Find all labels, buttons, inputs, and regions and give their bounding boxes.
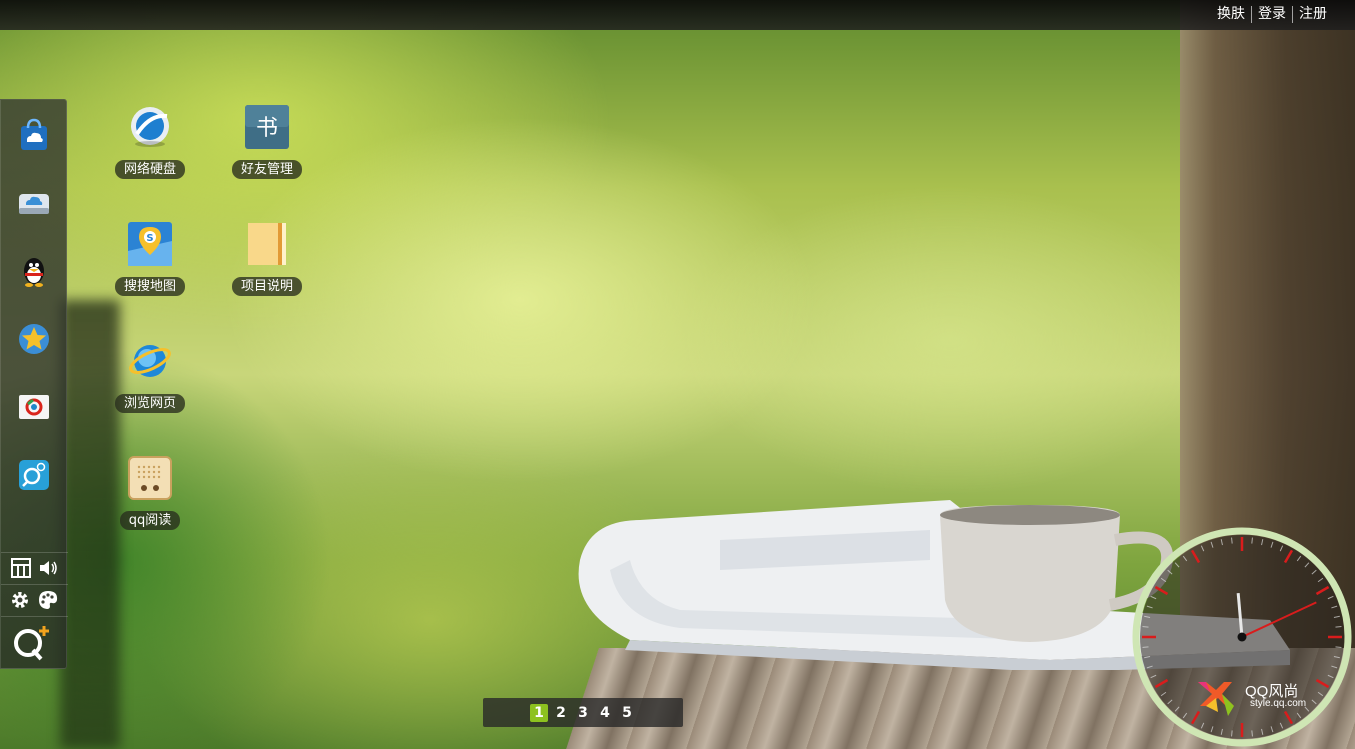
dock-divider [1,584,68,585]
desktop-icon-label: 搜搜地图 [114,277,185,296]
desktop-icon-project-readme[interactable]: 项目说明 [227,221,307,296]
network-disk-icon [131,107,169,147]
desktop-icon-friend-manager[interactable]: 书 好友管理 [227,104,307,179]
page-2-button[interactable]: 2 [552,704,570,722]
qq-penguin-icon[interactable] [17,254,51,288]
grid-view-icon[interactable] [10,557,32,579]
register-link[interactable]: 注册 [1292,6,1333,23]
desktop-pager: 1 2 3 4 5 [483,698,683,727]
desktop-icon-label: 项目说明 [231,277,302,296]
desktop-icon-browse-web[interactable]: 浏览网页 [110,338,190,413]
clock-minute-tick [1335,626,1342,628]
change-skin-link[interactable]: 换肤 [1211,6,1251,23]
clock-center [1237,632,1247,642]
desktop-icon-network-disk[interactable]: 网络硬盘 [110,104,190,179]
top-bar: 换肤 登录 注册 [0,0,1355,30]
page-1-button[interactable]: 1 [530,703,548,722]
page-4-button[interactable]: 4 [596,704,614,722]
desktop-icon-label: 好友管理 [231,160,302,179]
search-app-icon[interactable] [17,458,51,492]
clock-minute-tick [1251,730,1253,737]
ie-browser-icon [129,345,171,377]
clock-minute-tick [1231,730,1233,737]
palette-icon[interactable] [37,589,59,611]
q-plus-icon[interactable] [11,622,51,662]
qq-star-icon[interactable] [17,322,51,356]
clock-minute-tick [1142,626,1149,628]
dock-divider [1,616,68,617]
desktop-icon-label: 浏览网页 [114,394,185,413]
left-dock [0,99,68,669]
page-3-button[interactable]: 3 [574,704,592,722]
app-store-icon[interactable] [17,118,51,152]
reader-icon [128,456,172,500]
clock-minute-tick [1335,646,1342,648]
settings-gear-icon[interactable] [9,589,31,611]
page-5-button[interactable]: 5 [618,704,636,722]
desktop-icon-qq-reader[interactable]: qq阅读 [110,455,190,530]
folder-icon [248,223,286,265]
svg-text:S: S [146,233,153,244]
account-links: 换肤 登录 注册 [1211,6,1333,23]
clock-minute-tick [1231,537,1233,544]
watermark-site: style.qq.com [1250,698,1307,709]
desktop-icon-soso-map[interactable]: S 搜搜地图 [110,221,190,296]
volume-icon[interactable] [37,557,59,579]
book-icon: 书 [245,105,289,149]
dock-divider [1,552,68,553]
qq-photo-icon[interactable] [17,390,51,424]
clock-minute-tick [1142,646,1149,648]
clock-minute-tick [1251,537,1253,544]
desktop-icon-label: qq阅读 [119,511,181,530]
cloud-drive-icon[interactable] [17,186,51,220]
svg-text:书: 书 [256,116,278,141]
desktop-icon-label: 网络硬盘 [114,160,185,179]
login-link[interactable]: 登录 [1251,6,1292,23]
map-icon: S [128,222,172,266]
